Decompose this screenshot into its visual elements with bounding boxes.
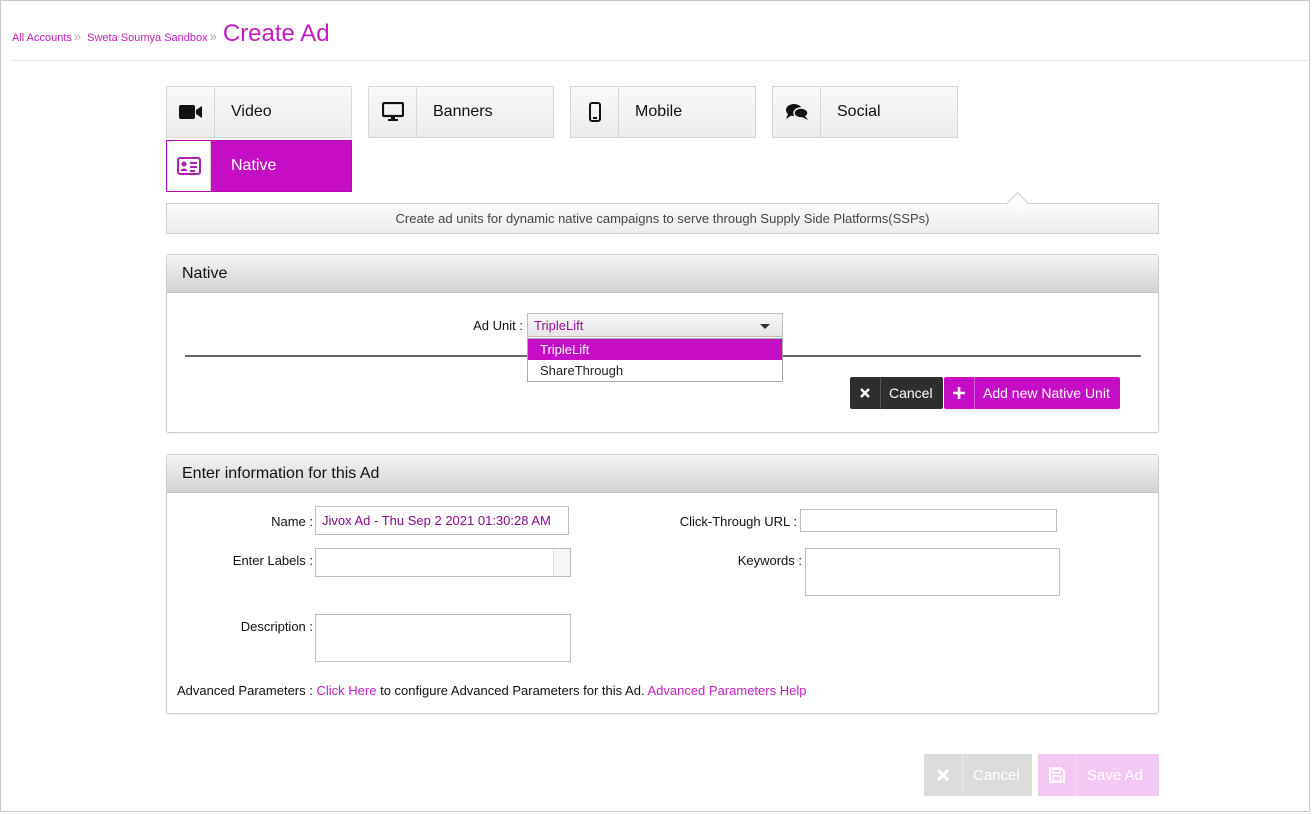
ad-type-banners[interactable]: Banners [368,86,554,138]
ad-type-label: Video [231,103,272,120]
native-cancel-button[interactable]: Cancel [850,377,943,409]
ad-type-label: Social [837,103,881,120]
ad-unit-option-sharethrough[interactable]: ShareThrough [528,360,782,381]
floppy-disk-icon [1038,754,1077,796]
advanced-parameters-label: Advanced Parameters : [177,683,313,698]
add-native-unit-label: Add new Native Unit [983,385,1110,401]
ad-unit-selected-value: TripleLift [534,317,584,333]
breadcrumb-account[interactable]: Sweta Soumya Sandbox [87,32,207,44]
close-icon [850,377,881,409]
description-textarea[interactable] [315,614,571,662]
ad-unit-dropdown-list: TripleLift ShareThrough [527,338,783,382]
breadcrumb: All Accounts » Sweta Soumya Sandbox » Cr… [12,20,330,48]
labels-input[interactable] [315,548,571,577]
close-icon [924,754,963,796]
breadcrumb-separator: » [73,29,82,44]
ad-unit-label: Ad Unit : [473,318,523,333]
labels-label: Enter Labels : [232,553,313,568]
breadcrumb-separator: » [209,29,217,44]
add-native-unit-button[interactable]: Add new Native Unit [944,377,1120,409]
keywords-textarea[interactable] [805,548,1060,596]
native-cancel-label: Cancel [889,385,933,401]
breadcrumb-all-accounts[interactable]: All Accounts [12,32,72,44]
footer-cancel-button[interactable]: Cancel [924,754,1032,796]
mobile-phone-icon [571,87,619,137]
caret-down-icon [760,324,770,329]
ad-info-panel-title: Enter information for this Ad [167,455,1158,493]
save-ad-button[interactable]: Save Ad [1038,754,1159,796]
video-camera-icon [167,87,215,137]
advanced-parameters-click-here-link[interactable]: Click Here [316,683,376,698]
description-label: Description : [240,619,313,634]
click-through-url-label: Click-Through URL : [679,514,797,529]
ad-type-native[interactable]: Native [166,140,352,192]
labels-addon [553,549,570,576]
keywords-label: Keywords : [737,553,802,568]
ad-type-mobile[interactable]: Mobile [570,86,756,138]
footer-cancel-label: Cancel [973,766,1020,784]
ad-type-label: Banners [433,103,493,120]
ad-info-panel: Enter information for this Ad Name : Ent… [166,454,1159,714]
native-panel: Native Ad Unit : TripleLift TripleLift S… [166,254,1159,433]
monitor-icon [369,87,417,137]
ad-type-label: Native [231,157,277,174]
chat-bubbles-icon [773,87,821,137]
ad-type-label: Mobile [635,103,683,120]
advanced-parameters-row: Advanced Parameters : Click Here to conf… [177,683,806,698]
ad-unit-option-triplelift[interactable]: TripleLift [528,339,782,360]
native-panel-title: Native [167,255,1158,293]
click-through-url-input[interactable] [800,509,1057,532]
ad-name-input[interactable] [315,506,569,535]
page-title: Create Ad [222,20,330,47]
name-label: Name : [271,514,313,529]
advanced-parameters-help-link[interactable]: Advanced Parameters Help [647,683,806,698]
advanced-parameters-text: to configure Advanced Parameters for thi… [380,683,645,698]
ad-type-description: Create ad units for dynamic native campa… [166,203,1159,234]
id-card-icon [167,141,211,191]
ad-unit-select[interactable]: TripleLift [527,313,783,337]
save-ad-label: Save Ad [1087,766,1143,784]
plus-icon [944,377,975,409]
ad-type-social[interactable]: Social [772,86,958,138]
header-divider [12,60,1310,61]
ad-type-video[interactable]: Video [166,86,352,138]
